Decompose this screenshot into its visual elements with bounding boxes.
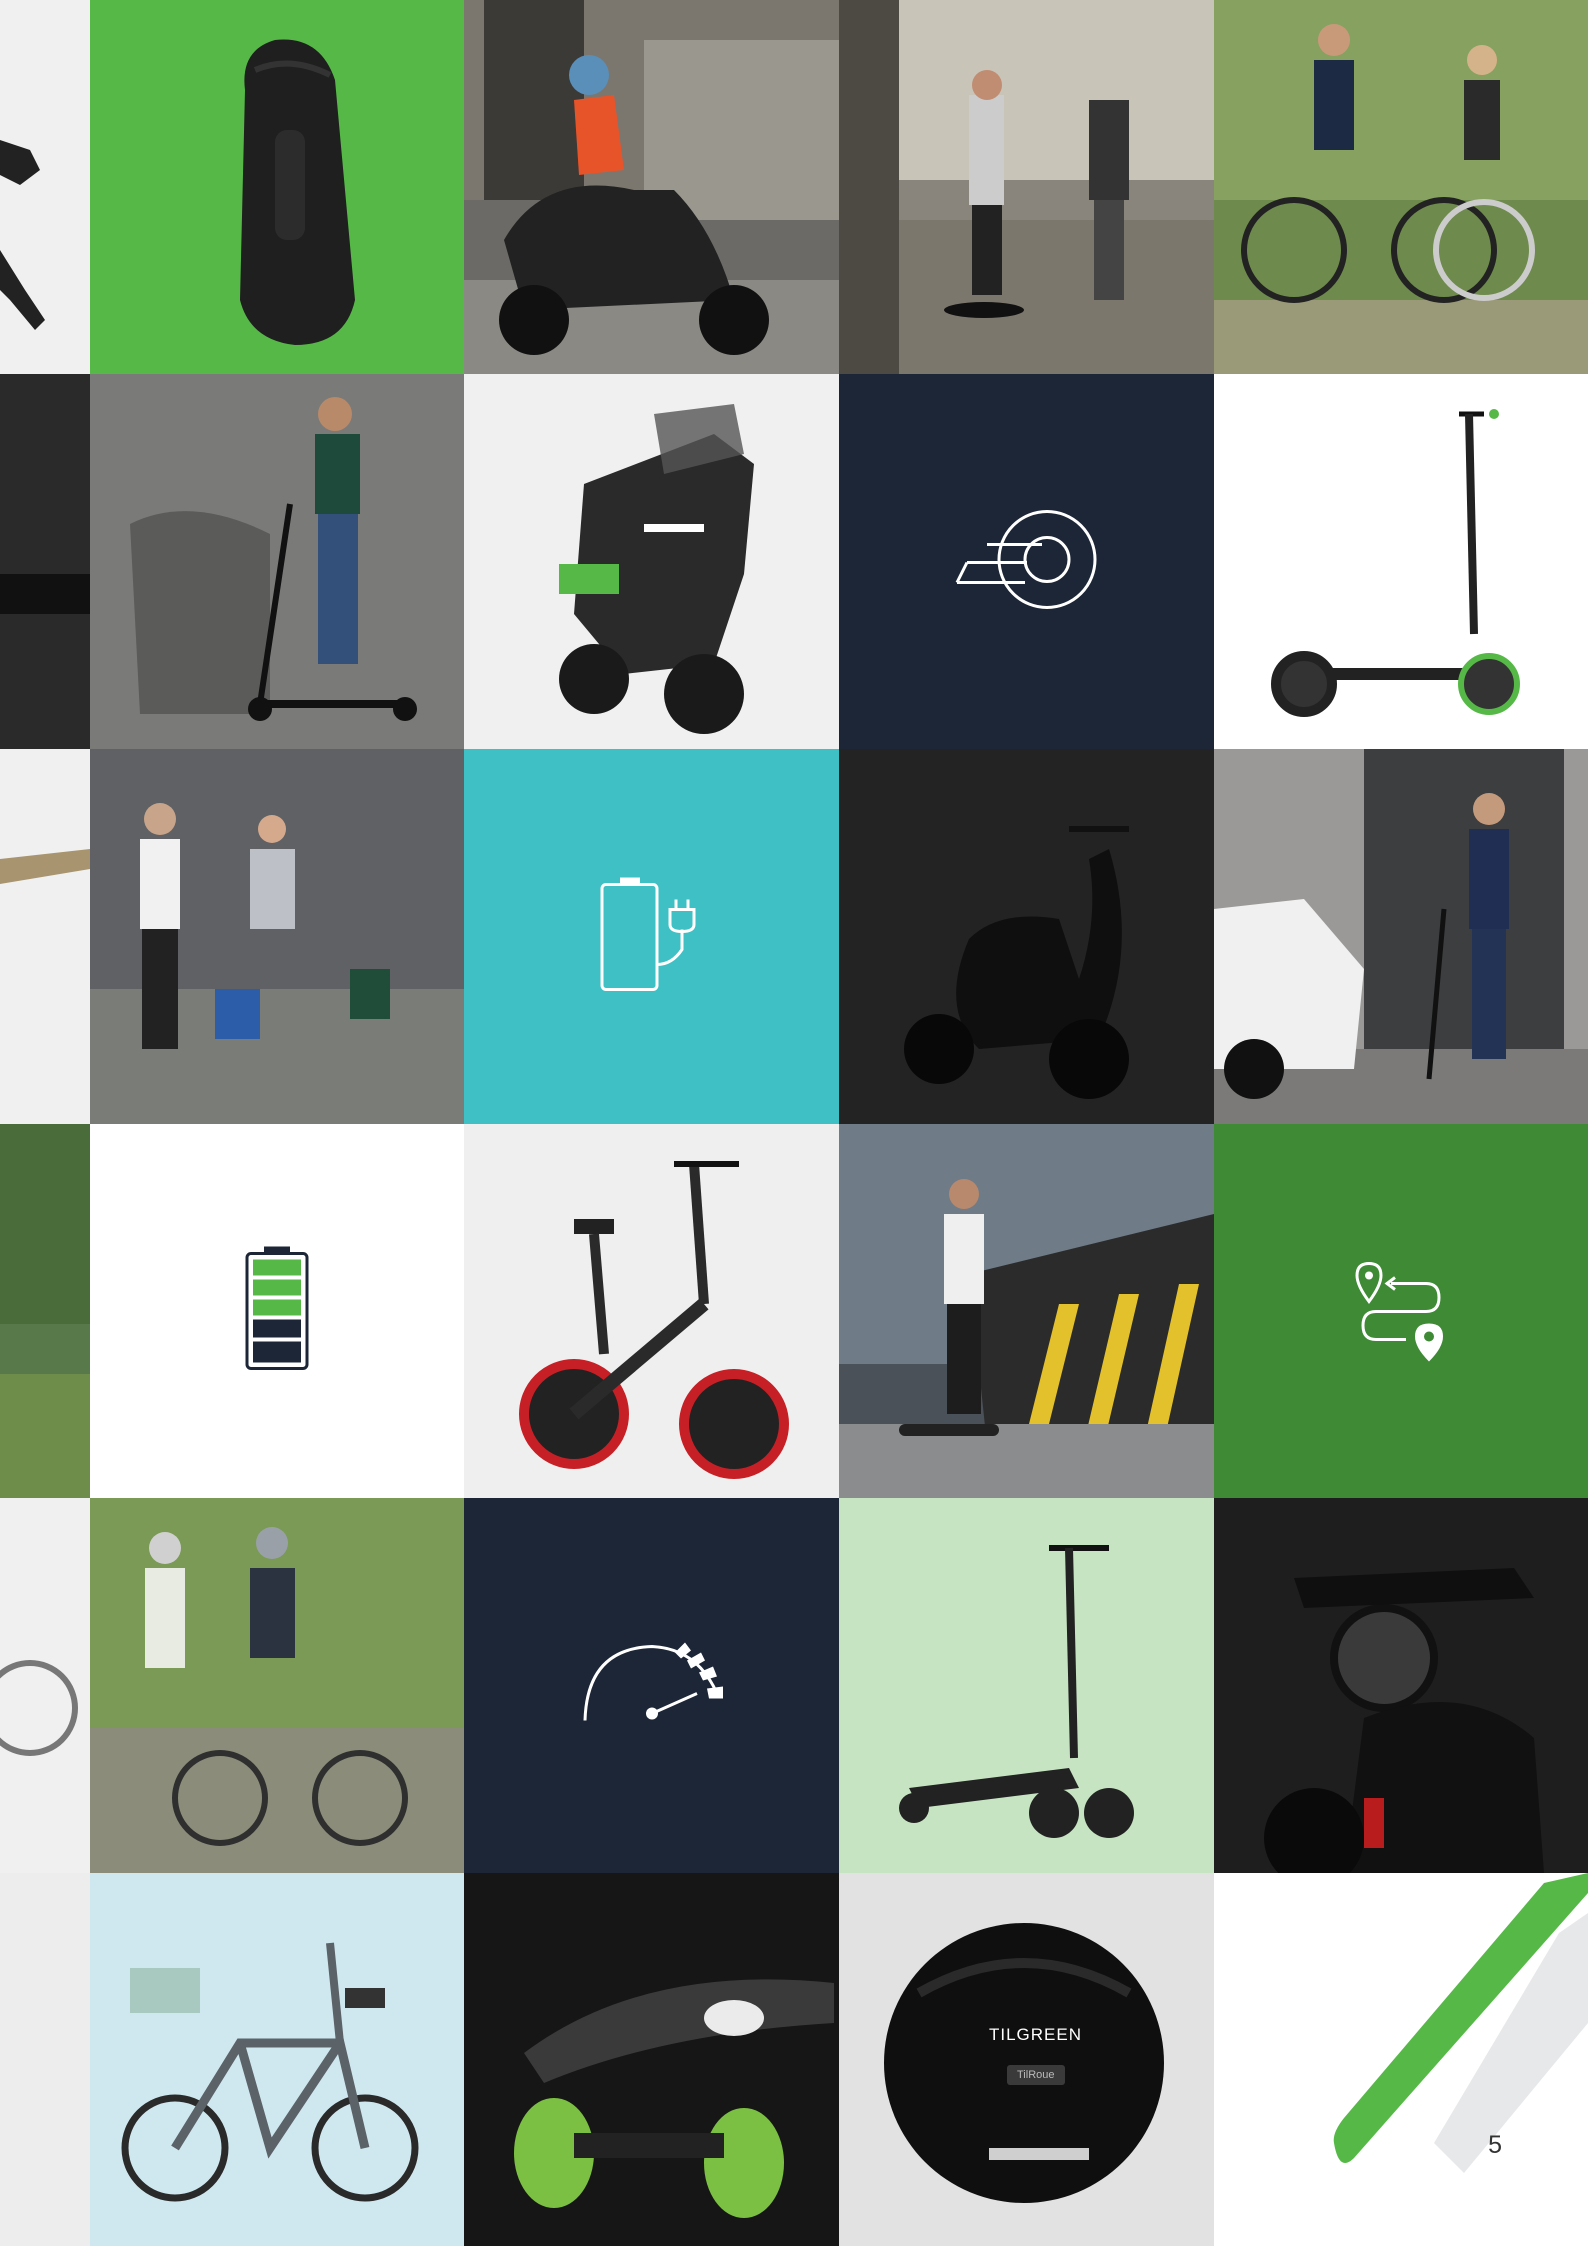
tile-hoverboard-bag	[90, 0, 464, 374]
tile-partial-bike-wheel	[0, 1498, 90, 1873]
tile-corner-accent	[1214, 1873, 1588, 2246]
tile-charging	[464, 749, 839, 1124]
tile-black-scooter-dark	[839, 749, 1214, 1124]
unicycle-model-label: TilRoue	[1007, 2065, 1065, 2085]
tile-folding-ebike	[464, 1124, 839, 1498]
brand-mark-icon	[947, 504, 1107, 619]
tile-partial-dark-board	[0, 374, 90, 749]
tile-woman-on-scooter-street	[464, 0, 839, 374]
tile-three-wheel-scooter	[839, 1498, 1214, 1873]
unicycle-logo: TILGREEN	[989, 2025, 1083, 2044]
tile-businessman-scooter	[1214, 749, 1588, 1124]
page-number: 5	[1488, 2131, 1502, 2159]
route-icon	[1351, 1254, 1451, 1369]
battery-level-icon	[242, 1244, 312, 1379]
tile-partial-park	[0, 1124, 90, 1498]
tile-group-hoverboard-park	[839, 0, 1214, 374]
tile-route	[1214, 1124, 1588, 1498]
tile-friends-with-hoverboards	[90, 749, 464, 1124]
tile-speed	[464, 1498, 839, 1873]
tile-couple-city-bikes	[90, 1498, 464, 1873]
tile-city-ebike-basket	[90, 1873, 464, 2246]
tile-partial-grey	[0, 1873, 90, 2246]
product-mosaic: TILGREEN TilRoue	[0, 0, 1588, 2246]
battery-charging-icon	[592, 869, 712, 1004]
tile-electric-skateboard	[464, 1873, 839, 2246]
tile-partial-board	[0, 749, 90, 1124]
tile-kick-scooter-studio	[1214, 374, 1588, 749]
tile-electric-unicycle: TILGREEN TilRoue	[839, 1873, 1214, 2246]
tile-partial-scooter-handle	[0, 0, 90, 374]
speedometer-icon	[577, 1638, 727, 1733]
tile-brand-mark	[839, 374, 1214, 749]
tile-man-on-skateboard	[839, 1124, 1214, 1498]
tile-battery-level	[90, 1124, 464, 1498]
tile-motorcycle-closeup	[1214, 1498, 1588, 1873]
tile-couple-with-ebikes	[1214, 0, 1588, 374]
tile-maxi-scooter-studio	[464, 374, 839, 749]
tile-man-on-kick-scooter	[90, 374, 464, 749]
